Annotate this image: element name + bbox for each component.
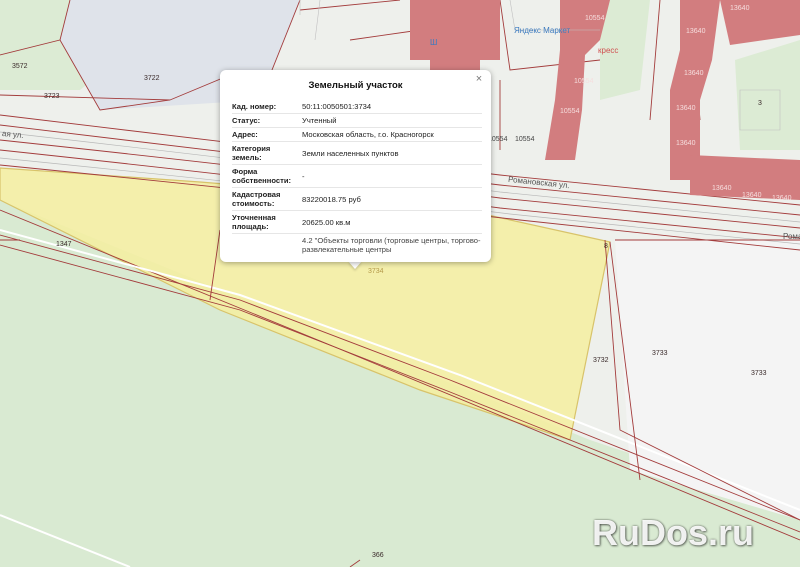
building-label: 13640 [712, 185, 732, 192]
info-row-cadastral-number: Кад. номер: 50:11:0050501:3734 [232, 100, 482, 114]
info-value: Московская область, г.о. Красногорск [302, 130, 434, 139]
parcel-label-3732: 3732 [593, 357, 609, 364]
watermark-brand: RuDos [592, 512, 708, 553]
parcel-label-3572: 3572 [12, 63, 28, 70]
parcel-label-3733-a: 3733 [652, 350, 668, 357]
building-label: 13640 [676, 140, 696, 147]
parcel-label-366: 366 [372, 552, 384, 559]
info-key: Адрес: [232, 130, 258, 139]
info-key [232, 234, 302, 238]
info-key: Категория земель: [232, 144, 271, 162]
info-key: Кадастровая стоимость: [232, 190, 281, 208]
watermark-dot: . [708, 512, 719, 553]
poi-label-yandex-market[interactable]: Яндекс Маркет [514, 26, 570, 35]
info-row-permitted-use: 4.2 "Объекты торговли (торговые центры, … [232, 234, 482, 254]
info-row-address: Адрес: Московская область, г.о. Красного… [232, 128, 482, 142]
building-label: 13640 [684, 70, 704, 77]
building-label: 10554 [574, 78, 594, 85]
info-row-status: Статус: Учтенный [232, 114, 482, 128]
building-label: 13640 [676, 105, 696, 112]
parcel-info-popup: Земельный участок × Кад. номер: 50:11:00… [220, 70, 491, 262]
info-row-land-category: Категория земель: Земли населенных пункт… [232, 142, 482, 165]
rudos-watermark: RuDos.ru [588, 506, 788, 556]
info-row-ownership: Форма собственности: - [232, 165, 482, 188]
parcel-label-3734: 3734 [368, 268, 384, 275]
poi-label-express[interactable]: кресс [598, 46, 618, 55]
close-icon[interactable]: × [473, 73, 485, 85]
building-label: 13640 [772, 195, 792, 202]
info-value: 4.2 "Объекты торговли (торговые центры, … [302, 236, 481, 254]
building-label: 13640 [730, 5, 750, 12]
parcel-label-3733-b: 3733 [751, 370, 767, 377]
building-label: 13640 [686, 28, 706, 35]
watermark-tld: ru [718, 512, 755, 553]
misc-label: 8 [604, 243, 608, 250]
watermark-text: RuDos.ru [592, 512, 754, 554]
info-value: Земли населенных пунктов [302, 148, 399, 158]
parcel-label-3722: 3722 [144, 75, 160, 82]
parcel-label-3723: 3723 [44, 93, 60, 100]
building-label: 13640 [742, 192, 762, 199]
poi-label-sh[interactable]: Ш [430, 38, 437, 47]
info-key: Кад. номер: [232, 102, 277, 111]
info-value: Учтенный [302, 116, 337, 125]
parcel-label-1347: 1347 [56, 241, 72, 248]
info-value: - [302, 171, 305, 181]
info-row-cadastral-value: Кадастровая стоимость: 83220018.75 руб [232, 188, 482, 211]
info-value: 83220018.75 руб [302, 194, 361, 204]
info-value: 20625.00 кв.м [302, 217, 351, 227]
info-value: 50:11:0050501:3734 [302, 102, 372, 111]
building-label: 10554 [560, 108, 580, 115]
popup-tail [348, 261, 362, 269]
info-key: Уточненная площадь: [232, 213, 276, 231]
misc-label: 3 [758, 100, 762, 107]
building-label: 10554 [585, 15, 605, 22]
street-label-romanovskaya-east: Роман [783, 232, 800, 241]
popup-info-table: Кад. номер: 50:11:0050501:3734 Статус: У… [232, 100, 482, 254]
building-label: 10554 [515, 136, 535, 143]
info-row-area: Уточненная площадь: 20625.00 кв.м [232, 211, 482, 234]
info-key: Статус: [232, 116, 261, 125]
info-key: Форма собственности: [232, 167, 292, 185]
popup-title: Земельный участок [308, 80, 403, 91]
